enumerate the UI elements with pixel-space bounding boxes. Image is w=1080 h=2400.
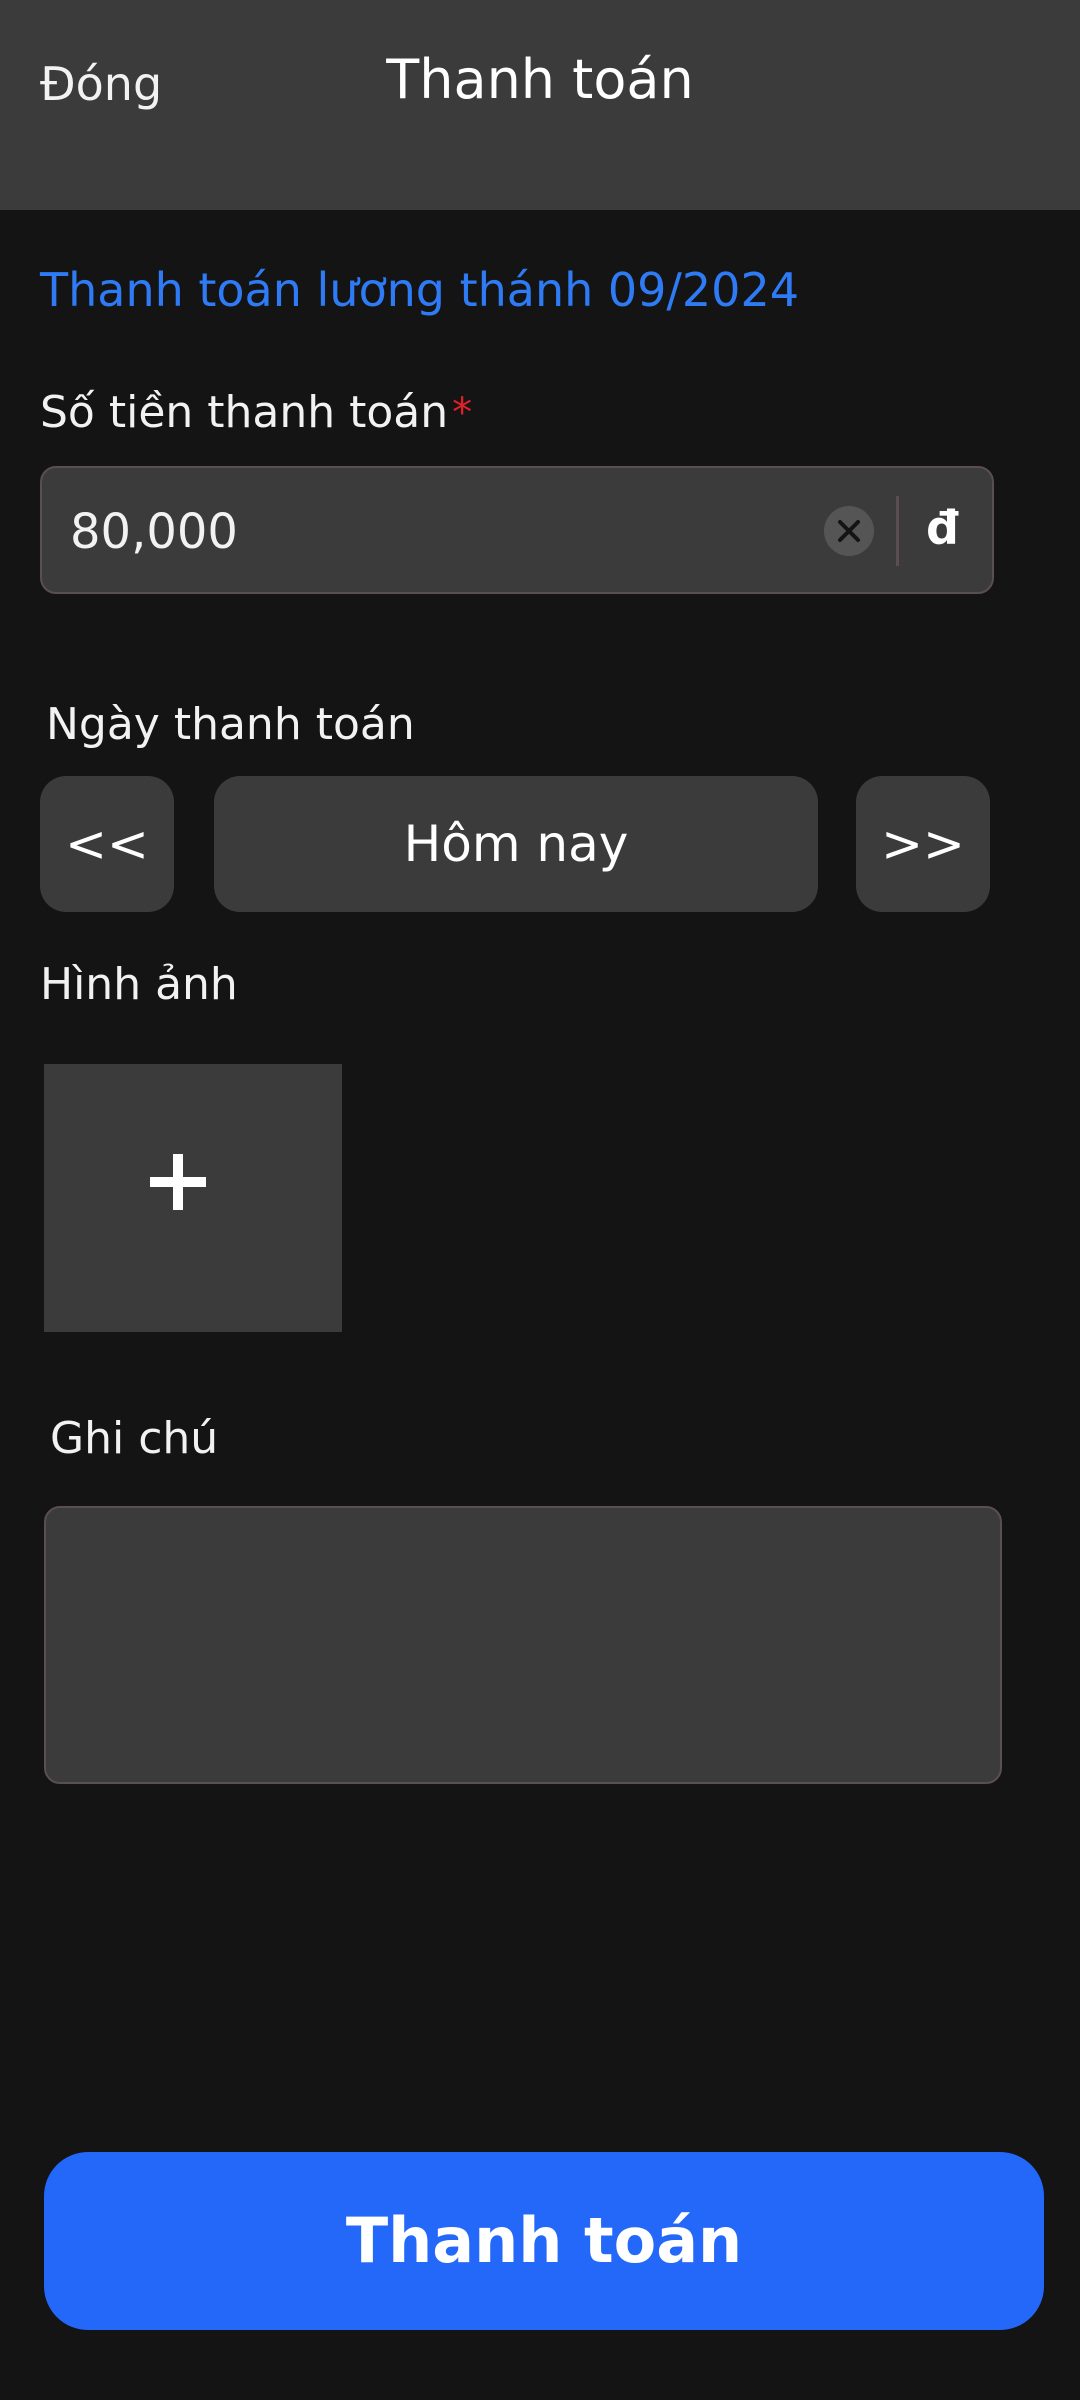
note-label: Ghi chú [50,1413,219,1464]
date-selector-button[interactable]: Hôm nay [214,776,818,912]
date-label: Ngày thanh toán [46,699,415,750]
add-image-button[interactable] [44,1064,342,1332]
submit-payment-button[interactable]: Thanh toán [44,2152,1044,2330]
next-day-button[interactable]: >> [856,776,990,912]
payment-description: Thanh toán lương thánh 09/2024 [40,263,799,317]
note-textarea[interactable] [44,1506,1002,1784]
page-title: Thanh toán [386,48,694,111]
required-marker: * [452,390,473,436]
previous-day-button[interactable]: << [40,776,174,912]
input-divider [896,496,899,566]
amount-value[interactable]: 80,000 [70,502,238,562]
currency-symbol: đ [926,501,959,555]
plus-icon [150,1154,206,1210]
amount-label: Số tiền thanh toán * [40,386,472,440]
amount-label-text: Số tiền thanh toán [40,387,449,438]
top-bar: Đóng Thanh toán [0,0,1080,210]
images-label: Hình ảnh [40,959,238,1010]
amount-input[interactable]: 80,000 đ [40,466,994,594]
clear-icon[interactable] [824,506,874,556]
